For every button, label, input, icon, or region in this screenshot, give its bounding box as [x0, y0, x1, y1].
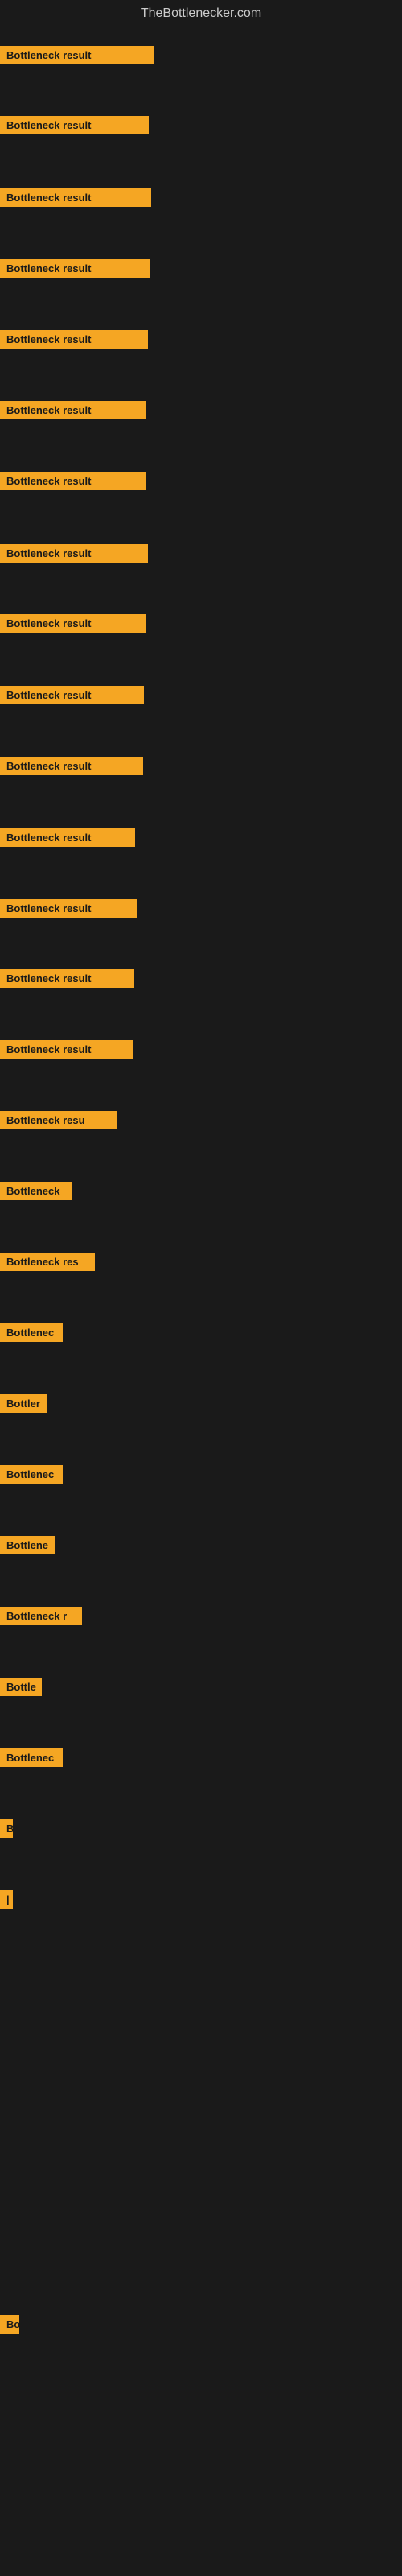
bottleneck-item: Bottleneck result	[0, 401, 146, 423]
bottleneck-label: Bottleneck result	[0, 401, 146, 419]
bottleneck-label: Bottlenec	[0, 1748, 63, 1767]
bottleneck-item: Bottleneck result	[0, 46, 154, 68]
site-title: TheBottlenecker.com	[0, 0, 402, 27]
bottleneck-item: Bottleneck result	[0, 116, 149, 138]
bottleneck-item: B	[0, 1819, 13, 1842]
bottleneck-label: B	[0, 1819, 13, 1838]
bottleneck-label: Bottlene	[0, 1536, 55, 1554]
bottleneck-label: Bottleneck res	[0, 1253, 95, 1271]
bottleneck-item: Bottler	[0, 1394, 47, 1417]
bottleneck-item: Bottleneck resu	[0, 1111, 117, 1133]
bottleneck-label: Bottleneck result	[0, 116, 149, 134]
bottleneck-label: Bottleneck result	[0, 472, 146, 490]
bottleneck-item: Bottlenec	[0, 1465, 63, 1488]
bottleneck-label: Bottleneck result	[0, 544, 148, 563]
bottleneck-item: Bottleneck result	[0, 330, 148, 353]
bottleneck-item: Bottleneck result	[0, 899, 137, 922]
bottleneck-item: Bottleneck result	[0, 969, 134, 992]
bottleneck-item: Bottlene	[0, 1536, 55, 1558]
bottleneck-item: Bottleneck result	[0, 757, 143, 779]
bottleneck-item: Bottlenec	[0, 1748, 63, 1771]
bottleneck-label: Bottleneck result	[0, 188, 151, 207]
bottleneck-item: Bo	[0, 2315, 19, 2338]
bottleneck-item: Bottleneck result	[0, 828, 135, 851]
bottleneck-item: Bottleneck result	[0, 259, 150, 282]
bottleneck-label: Bottle	[0, 1678, 42, 1696]
bottleneck-label: Bottleneck result	[0, 46, 154, 64]
bottleneck-label: Bottlenec	[0, 1465, 63, 1484]
bottleneck-item: Bottleneck r	[0, 1607, 82, 1629]
bottleneck-item: Bottlenec	[0, 1323, 63, 1346]
bottleneck-item: |	[0, 1890, 13, 1913]
bottleneck-label: Bottleneck result	[0, 330, 148, 349]
bottleneck-label: Bottleneck result	[0, 1040, 133, 1059]
bottleneck-label: Bottleneck result	[0, 614, 146, 633]
bottleneck-label: Bottleneck result	[0, 259, 150, 278]
bottleneck-item: Bottleneck res	[0, 1253, 95, 1275]
bottleneck-item: Bottleneck result	[0, 1040, 133, 1063]
bottleneck-label: Bottleneck result	[0, 686, 144, 704]
bottleneck-item: Bottleneck result	[0, 686, 144, 708]
bottleneck-label: Bottleneck r	[0, 1607, 82, 1625]
bottleneck-label: Bottleneck result	[0, 969, 134, 988]
bottleneck-label: Bottleneck result	[0, 757, 143, 775]
bottleneck-label: Bottleneck resu	[0, 1111, 117, 1129]
bottleneck-label: |	[0, 1890, 13, 1909]
bottleneck-label: Bo	[0, 2315, 19, 2334]
bottleneck-label: Bottleneck result	[0, 899, 137, 918]
bottleneck-label: Bottleneck	[0, 1182, 72, 1200]
bottleneck-label: Bottleneck result	[0, 828, 135, 847]
bottleneck-item: Bottleneck	[0, 1182, 72, 1204]
bottleneck-item: Bottleneck result	[0, 614, 146, 637]
bottleneck-item: Bottleneck result	[0, 472, 146, 494]
bottleneck-item: Bottleneck result	[0, 544, 148, 567]
bottleneck-item: Bottle	[0, 1678, 42, 1700]
bottleneck-label: Bottlenec	[0, 1323, 63, 1342]
bottleneck-item: Bottleneck result	[0, 188, 151, 211]
site-title-text: TheBottlenecker.com	[141, 6, 261, 20]
bottleneck-label: Bottler	[0, 1394, 47, 1413]
